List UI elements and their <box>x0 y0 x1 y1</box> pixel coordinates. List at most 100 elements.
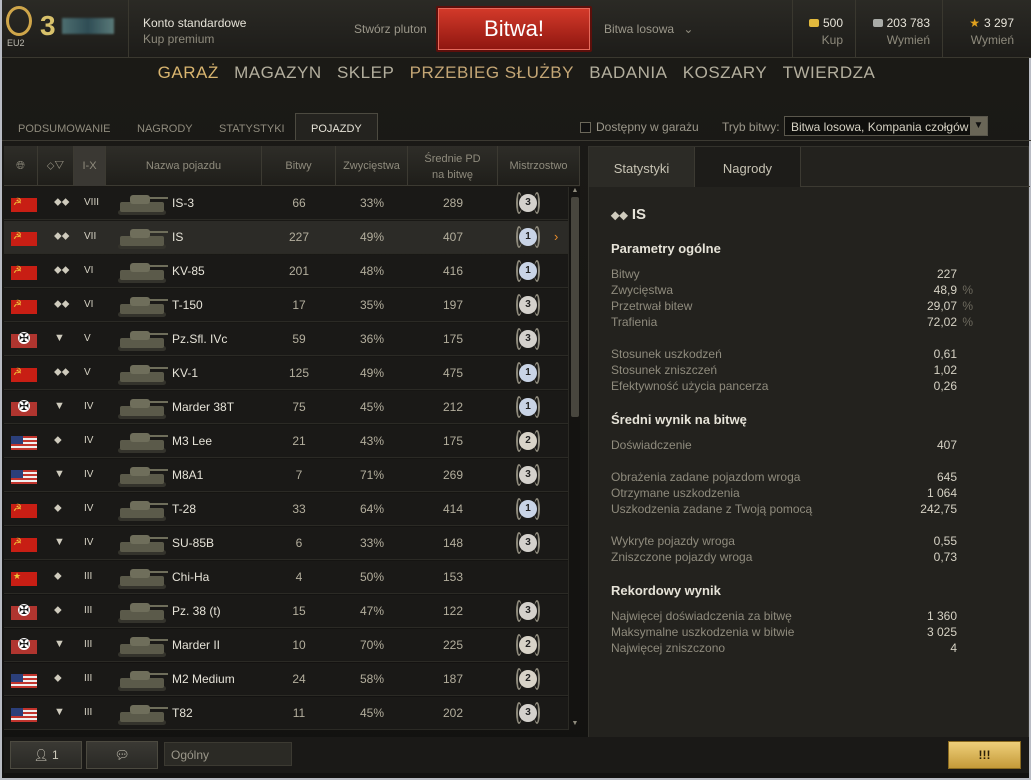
table-row[interactable]: ⬥ III Chi-Ha 4 50% 153 <box>4 561 568 594</box>
chevron-down-icon: ⌄ <box>683 22 694 36</box>
sort-tier-button[interactable]: I-X <box>74 146 106 186</box>
tank-image-icon <box>116 292 170 320</box>
chat-channels-button[interactable]: 💬︎ <box>86 741 158 769</box>
table-row[interactable]: ⬥ III M2 Medium 24 58% 187 2 <box>4 663 568 696</box>
battles-count: 24 <box>292 672 306 686</box>
table-row[interactable]: ▼ III Marder II 10 70% 225 2 <box>4 629 568 662</box>
mastery-badge-icon: 3 <box>516 464 540 488</box>
tab-vehicles[interactable]: POJAZDY <box>295 113 378 141</box>
buy-gold-link[interactable]: Kup <box>805 33 843 47</box>
stat-row: Zwycięstwa 48,9% <box>611 283 973 297</box>
avg-xp: 289 <box>442 196 464 210</box>
account-type: Konto standardowe <box>143 16 247 30</box>
credits-balance[interactable]: 203 783 Wymień <box>868 16 930 47</box>
tab-summary[interactable]: PODSUMOWANIE <box>18 123 111 135</box>
bottom-bar: 👤︎ 1 💬︎ Ogólny !!! <box>4 737 1029 773</box>
win-rate: 33% <box>359 196 385 210</box>
vehicle-class-icon: ⬥ <box>54 502 62 514</box>
win-rate: 35% <box>359 298 385 312</box>
menu-garage[interactable]: GARAŻ <box>158 63 219 83</box>
avg-xp: 148 <box>442 536 464 550</box>
mastery-badge-icon: 2 <box>516 634 540 658</box>
stat-row: Maksymalne uszkodzenia w bitwie 3 025 <box>611 625 957 639</box>
chat-channel-input[interactable]: Ogólny <box>164 742 292 766</box>
sort-battles-button[interactable]: Bitwy <box>262 146 336 186</box>
menu-research[interactable]: BADANIA <box>589 63 667 83</box>
battles-count: 10 <box>292 638 306 652</box>
vehicle-name: T-150 <box>172 298 203 312</box>
server-logo[interactable]: EU2 <box>4 6 34 48</box>
vehicle-name: Marder II <box>172 638 221 652</box>
menu-shop[interactable]: SKLEP <box>337 63 394 83</box>
tank-image-icon <box>116 190 170 218</box>
vehicles-table: 🌐︎ ⬦▽ I-X Nazwa pojazdu Bitwy Zwycięstwa… <box>4 146 580 730</box>
stat-row: Uszkodzenia zadane z Twoją pomocą 242,75 <box>611 502 957 516</box>
nation-flag-icon <box>11 571 37 586</box>
battle-button[interactable]: Bitwa! <box>436 6 592 52</box>
tank-image-icon <box>116 598 170 626</box>
gold-balance[interactable]: 500 Kup <box>805 16 843 47</box>
chevron-right-icon: › <box>554 229 559 244</box>
sort-avg-xp-button[interactable]: Średnie PD na bitwę <box>408 146 498 186</box>
table-row[interactable]: ▼ IV SU-85B 6 33% 148 3 <box>4 527 568 560</box>
table-row[interactable]: ⬥ IV T-28 33 64% 414 1 <box>4 493 568 526</box>
table-row[interactable]: ⬥ III Pz. 38 (t) 15 47% 122 3 <box>4 595 568 628</box>
vehicle-class-icon: ⬥⬥ <box>54 264 70 276</box>
sort-name-button[interactable]: Nazwa pojazdu <box>106 146 262 186</box>
menu-service-record[interactable]: PRZEBIEG SŁUŻBY <box>410 63 574 83</box>
table-scrollbar[interactable]: ▲ ▼ <box>568 187 580 730</box>
tab-rewards[interactable]: Nagrody <box>695 147 801 187</box>
table-row[interactable]: ⬥⬥ VIII IS-3 66 33% 289 3 <box>4 187 568 220</box>
tab-statistics[interactable]: STATYSTYKI <box>219 123 285 135</box>
table-row[interactable]: ▼ IV Marder 38T 75 45% 212 1 <box>4 391 568 424</box>
exchange-credits-link[interactable]: Wymień <box>868 33 930 47</box>
mastery-badge-icon: 3 <box>516 702 540 726</box>
battles-count: 59 <box>292 332 306 346</box>
nation-flag-icon <box>11 503 37 518</box>
avg-xp: 212 <box>442 400 464 414</box>
create-platoon-button[interactable]: Stwórz pluton <box>354 22 427 36</box>
scroll-up-icon[interactable]: ▲ <box>569 187 580 197</box>
scrollbar-thumb[interactable] <box>571 197 579 417</box>
battle-mode-select[interactable]: Bitwa losowa, Kompania czołgów ▼ <box>784 116 988 136</box>
nation-flag-icon <box>11 638 37 654</box>
avg-xp-header: Średnie PD na bitwę <box>424 153 481 181</box>
friends-button[interactable]: 👤︎ 1 <box>10 741 82 769</box>
sort-wins-button[interactable]: Zwycięstwa <box>336 146 408 186</box>
buy-premium-link[interactable]: Kup premium <box>143 32 246 46</box>
sort-class-button[interactable]: ⬦▽ <box>38 146 74 186</box>
notifications-button[interactable]: !!! <box>948 741 1021 769</box>
menu-barracks[interactable]: KOSZARY <box>683 63 767 83</box>
table-row[interactable]: ⬥⬥ V KV-1 125 49% 475 1 <box>4 357 568 390</box>
table-row[interactable]: ▼ V Pz.Sfl. IVc 59 36% 175 3 <box>4 323 568 356</box>
table-row[interactable]: ▼ III T82 11 45% 202 3 <box>4 697 568 730</box>
menu-depot[interactable]: MAGAZYN <box>234 63 322 83</box>
menu-stronghold[interactable]: TWIERDZA <box>783 63 876 83</box>
battle-mode-dropdown[interactable]: Bitwa losowa ⌄ <box>604 22 693 36</box>
available-in-garage-checkbox[interactable]: Dostępny w garażu <box>580 120 699 134</box>
avg-result-title: Średni wynik na bitwę <box>611 412 747 427</box>
exchange-xp-link[interactable]: Wymień <box>952 33 1014 47</box>
game-window: EU2 3 Konto standardowe Kup premium Stwó… <box>0 0 1031 780</box>
free-xp-balance[interactable]: ★ 3 297 Wymień <box>952 16 1014 47</box>
scroll-down-icon[interactable]: ▼ <box>569 720 580 730</box>
table-row[interactable]: ▼ IV M8A1 7 71% 269 3 <box>4 459 568 492</box>
tab-awards[interactable]: NAGRODY <box>137 123 193 135</box>
table-row[interactable]: ⬥⬥ VI KV-85 201 48% 416 1 <box>4 255 568 288</box>
table-row[interactable]: ⬥⬥ VI T-150 17 35% 197 3 <box>4 289 568 322</box>
mastery-badge-icon: 1 <box>516 396 540 420</box>
table-row[interactable]: ⬥ IV M3 Lee 21 43% 175 2 <box>4 425 568 458</box>
table-row[interactable]: ⬥⬥ VII IS 227 49% 407 1 › <box>4 221 568 254</box>
avg-xp: 414 <box>442 502 464 516</box>
vehicle-name: T82 <box>172 706 193 720</box>
tab-stats[interactable]: Statystyki <box>589 147 695 187</box>
main-menu: GARAŻ MAGAZYN SKLEP PRZEBIEG SŁUŻBY BADA… <box>2 63 1031 83</box>
vehicle-class-icon: ⬥⬥ <box>54 366 70 378</box>
player-name[interactable]: 3 <box>40 10 120 41</box>
mastery-badge-icon: 1 <box>516 260 540 284</box>
win-rate: 49% <box>359 230 385 244</box>
tank-image-icon <box>116 394 170 422</box>
sort-mastery-button[interactable]: Mistrzostwo <box>498 146 580 186</box>
wins-header: Zwycięstwa <box>343 160 400 172</box>
sort-nation-button[interactable]: 🌐︎ <box>4 146 38 186</box>
